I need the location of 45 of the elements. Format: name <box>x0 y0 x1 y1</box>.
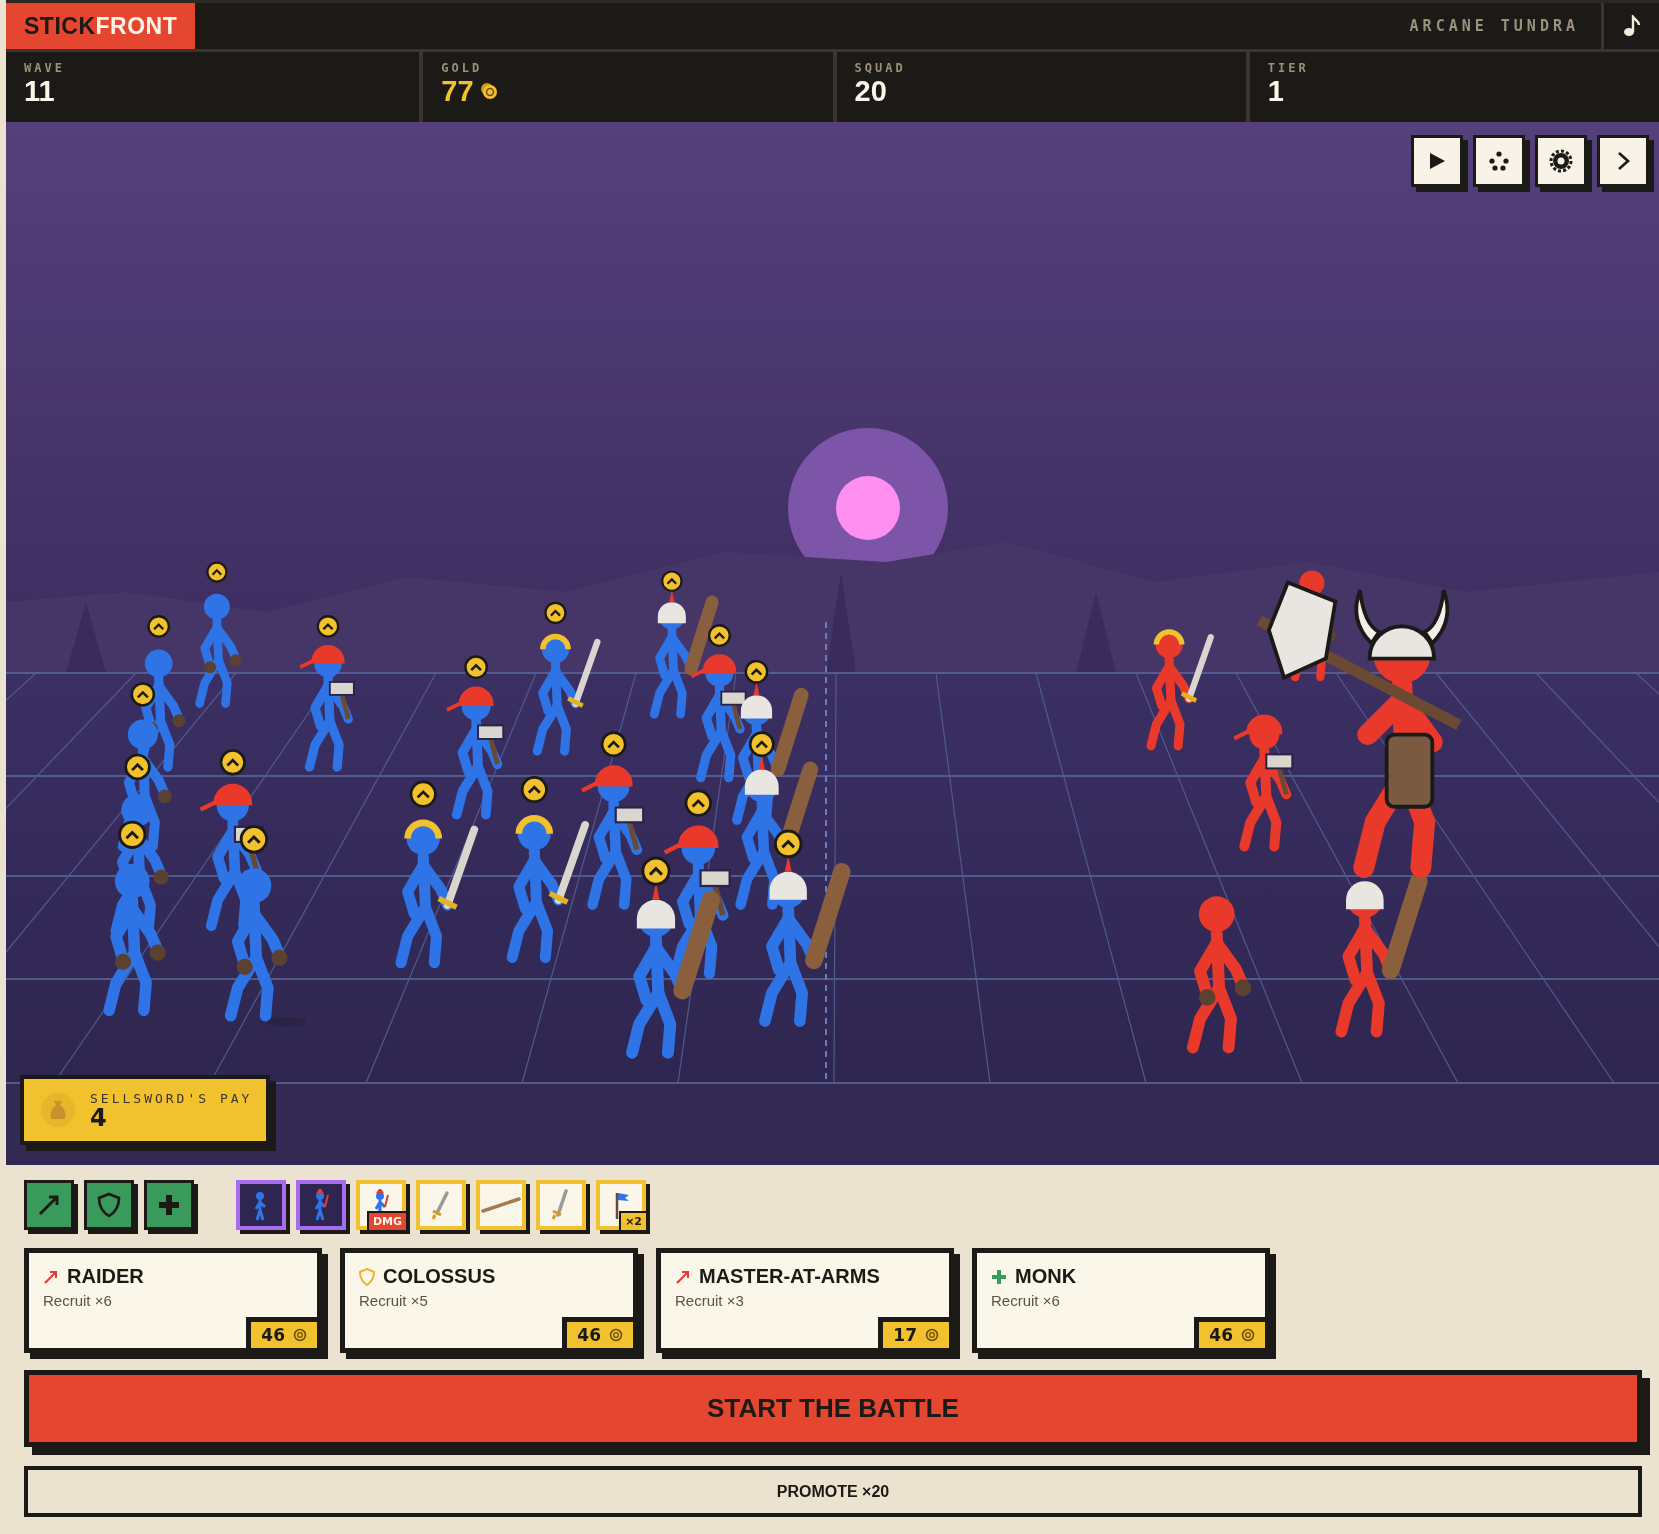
music-note-icon <box>1622 15 1641 37</box>
stat-label: TIER <box>1267 61 1310 75</box>
pay-label: SELLSWORD'S PAY <box>90 1090 253 1106</box>
coin-icon <box>925 1328 939 1342</box>
stat-value: 77 <box>441 75 474 107</box>
arrow-icon <box>43 1268 59 1285</box>
price-value: 46 <box>261 1325 285 1345</box>
unit-name: RAIDER <box>67 1265 144 1288</box>
arrow-icon <box>675 1268 691 1285</box>
recruit-count: Recruit ×3 <box>675 1292 745 1309</box>
price-value: 17 <box>893 1325 917 1345</box>
plus-icon <box>991 1268 1007 1285</box>
stat-label: WAVE <box>24 61 66 75</box>
item-badge: ×2 <box>619 1211 648 1232</box>
game-logo: STICKFRONT <box>6 3 196 49</box>
coin-icon <box>1241 1328 1255 1342</box>
stat-value: 11 <box>24 75 55 107</box>
shield-icon <box>359 1267 375 1286</box>
recruit-count: Recruit ×5 <box>359 1292 429 1309</box>
recruit-count: Recruit ×6 <box>991 1292 1061 1309</box>
pay-value: 4 <box>90 1105 108 1130</box>
coin-icon <box>479 82 498 100</box>
coin-icon <box>609 1328 623 1342</box>
stat-value: 1 <box>1267 75 1284 107</box>
recruit-count: Recruit ×6 <box>43 1292 113 1309</box>
spear-icon <box>481 1195 521 1215</box>
shield-icon <box>97 1192 121 1218</box>
stat-label: GOLD <box>441 61 484 75</box>
unit-name: COLOSSUS <box>383 1265 496 1288</box>
dots-icon <box>1488 150 1510 172</box>
plus-icon <box>157 1193 181 1217</box>
location-name: ARCANE TUNDRA <box>1409 17 1579 35</box>
play-icon <box>1427 151 1447 171</box>
arrow-icon <box>37 1193 61 1217</box>
item-badge: DMG <box>366 1211 408 1232</box>
price-value: 46 <box>577 1325 601 1345</box>
stat-value: 20 <box>854 75 887 107</box>
money-bag-icon <box>40 1092 76 1128</box>
promote-button[interactable]: PROMOTE ×20 <box>24 1466 1642 1517</box>
settings-icon <box>1549 149 1573 173</box>
price-value: 46 <box>1209 1325 1233 1345</box>
unit-name: MASTER-AT-ARMS <box>699 1265 880 1288</box>
stat-label: SQUAD <box>854 61 907 75</box>
coin-icon <box>293 1328 307 1342</box>
unit-name: MONK <box>1015 1265 1077 1288</box>
